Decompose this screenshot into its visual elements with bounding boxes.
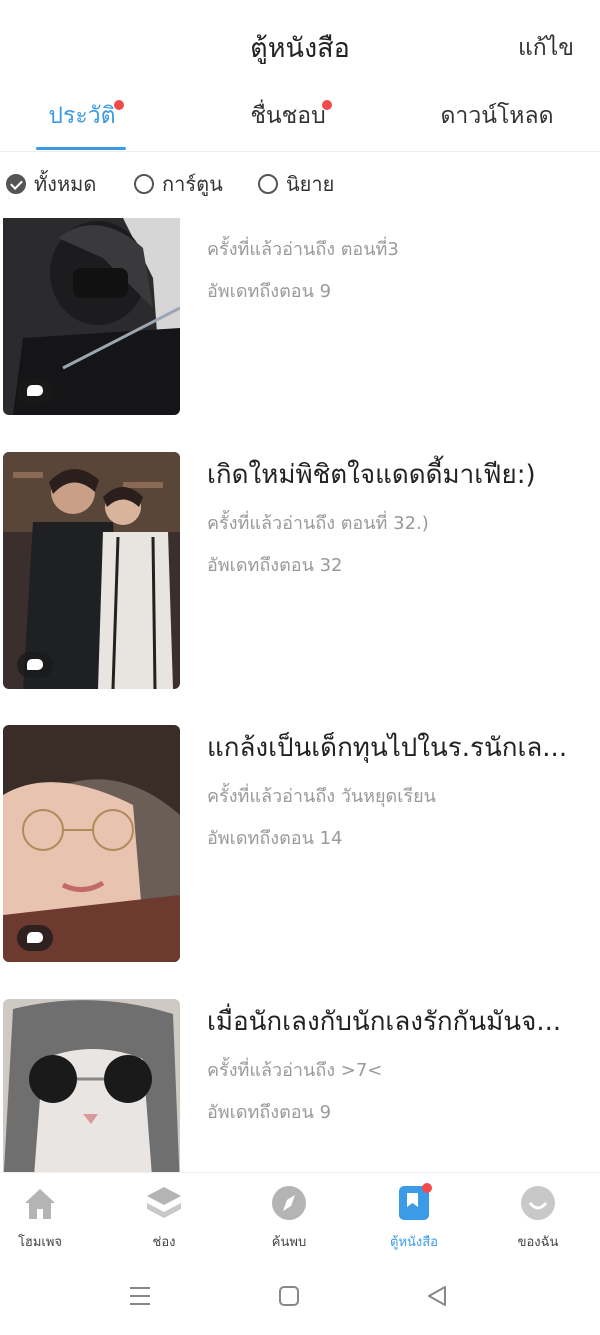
book-list[interactable]: ครั้งที่แล้วอ่านถึง ตอนที่3 อัพเดทถึงตอน… [0,218,600,1173]
filter-novel-label: นิยาย [286,172,335,196]
filter-all[interactable]: ทั้งหมด [6,168,96,200]
app-header: ตู้หนังสือ แก้ไข [0,0,600,92]
radio-icon [258,174,278,194]
filter-bar: ทั้งหมด การ์ตูน นิยาย [0,168,600,204]
list-item[interactable]: ครั้งที่แล้วอ่านถึง ตอนที่3 อัพเดทถึงตอน… [0,218,600,416]
nav-channels[interactable]: ช่อง [114,1183,214,1252]
nav-home-label: โฮมเพจ [17,1235,63,1250]
back-triangle-icon[interactable] [425,1284,449,1308]
filter-all-label: ทั้งหมด [34,172,97,196]
last-read: ครั้งที่แล้วอ่านถึง วันหยุดเรียน [207,786,436,807]
notification-dot [114,100,124,110]
nav-discover[interactable]: ค้นพบ [239,1183,339,1252]
update-status: อัพเดทถึงตอน 14 [207,828,343,849]
tab-favorite-label: ชื่นชอบ [250,103,326,129]
tab-favorite[interactable]: ชื่นชอบ [236,98,340,148]
edit-button[interactable]: แก้ไข [518,30,574,66]
book-title: เมื่อนักเลงกับนักเลงรักกันมันจ... [207,1007,562,1037]
update-status: อัพเดทถึงตอน 9 [207,281,332,302]
list-item[interactable]: แกล้งเป็นเด็กทุนไปในร.รนักเล... ครั้งที่… [0,725,600,965]
compass-icon [272,1186,306,1220]
profile-icon [521,1186,555,1220]
book-cover [3,452,180,689]
comment-icon [17,925,53,951]
page-title: ตู้หนังสือ [250,33,350,64]
menu-icon[interactable] [128,1284,152,1308]
book-cover [3,999,180,1173]
home-square-icon[interactable] [277,1284,301,1308]
last-read: ครั้งที่แล้วอ่านถึง ตอนที่ 32.) [207,513,429,534]
tab-history[interactable]: ประวัติ [30,98,134,148]
nav-bookshelf-label: ตู้หนังสือ [390,1235,438,1250]
bottom-nav: โฮมเพจ ช่อง ค้นพบ ตู้หนังสือ ของฉัน [0,1172,600,1258]
filter-novel[interactable]: นิยาย [258,168,334,200]
nav-bookshelf[interactable]: ตู้หนังสือ [364,1183,464,1252]
list-item[interactable]: เกิดใหม่พิชิตใจแดดดี้มาเฟีย:) ครั้งที่แล… [0,452,600,692]
tab-download[interactable]: ดาวน์โหลด [430,98,564,148]
comment-icon [17,378,53,404]
notification-dot [322,100,332,110]
nav-profile[interactable]: ของฉัน [488,1183,588,1252]
radio-icon [134,174,154,194]
book-title: เกิดใหม่พิชิตใจแดดดี้มาเฟีย:) [207,460,536,490]
nav-home[interactable]: โฮมเพจ [0,1183,90,1252]
comment-icon [17,652,53,678]
last-read: ครั้งที่แล้วอ่านถึง ตอนที่3 [207,239,399,260]
book-title: แกล้งเป็นเด็กทุนไปในร.รนักเล... [207,733,568,763]
nav-channels-label: ช่อง [152,1235,176,1250]
update-status: อัพเดทถึงตอน 32 [207,555,343,576]
nav-profile-label: ของฉัน [517,1235,559,1250]
filter-comic-label: การ์ตูน [162,172,223,196]
book-cover [3,725,180,962]
home-icon [25,1189,55,1219]
tab-bar: ประวัติ ชื่นชอบ ดาวน์โหลด [0,92,600,152]
system-nav-bar [0,1258,600,1335]
filter-comic[interactable]: การ์ตูน [134,168,223,200]
book-cover [3,218,180,415]
last-read: ครั้งที่แล้วอ่านถึง >7< [207,1060,383,1081]
tab-history-label: ประวัติ [48,103,116,129]
active-tab-indicator [36,147,126,150]
layers-icon [147,1187,181,1218]
update-status: อัพเดทถึงตอน 9 [207,1102,332,1123]
list-item[interactable]: เมื่อนักเลงกับนักเลงรักกันมันจ... ครั้งท… [0,999,600,1173]
tab-download-label: ดาวน์โหลด [440,103,554,129]
nav-discover-label: ค้นพบ [271,1235,307,1250]
bookshelf-icon [399,1183,432,1220]
check-circle-icon [6,174,26,194]
